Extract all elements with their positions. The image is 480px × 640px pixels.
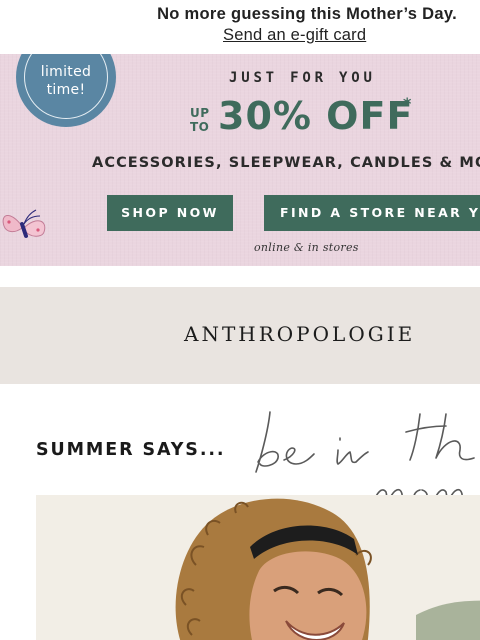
- woman-smiling-photo-icon: [36, 495, 480, 640]
- brand-logo[interactable]: ANTHROPOLOGIE: [184, 322, 415, 346]
- summer-photo[interactable]: [36, 495, 480, 640]
- promo-categories: ACCESSORIES, SLEEPWEAR, CANDLES & MO: [92, 155, 480, 171]
- badge-text: limited time!: [40, 64, 92, 98]
- announcement-bar: No more guessing this Mother’s Day. Send…: [0, 0, 480, 54]
- promo-banner[interactable]: limited time! JUST FOR YOU UP TO 30% OFF…: [0, 54, 480, 266]
- availability-note: online & in stores: [254, 241, 359, 254]
- summer-heading: SUMMER SAYS...: [36, 440, 226, 460]
- limited-time-badge: limited time!: [16, 54, 116, 127]
- spacer: [0, 266, 480, 287]
- butterfly-icon: [2, 209, 46, 238]
- find-store-button[interactable]: FIND A STORE NEAR YOU: [264, 195, 480, 231]
- send-egift-card-link[interactable]: Send an e-gift card: [223, 26, 366, 45]
- announcement-headline: No more guessing this Mother’s Day.: [157, 5, 457, 23]
- offer-discount: 30% OFF: [218, 94, 414, 138]
- brand-header: ANTHROPOLOGIE: [0, 287, 480, 384]
- shop-now-button[interactable]: SHOP NOW: [107, 195, 233, 231]
- offer-asterisk: *: [403, 94, 412, 113]
- promo-eyebrow: JUST FOR YOU: [229, 70, 376, 86]
- offer-up-to: UP TO: [190, 106, 210, 134]
- summer-section: SUMMER SAYS...: [0, 384, 480, 640]
